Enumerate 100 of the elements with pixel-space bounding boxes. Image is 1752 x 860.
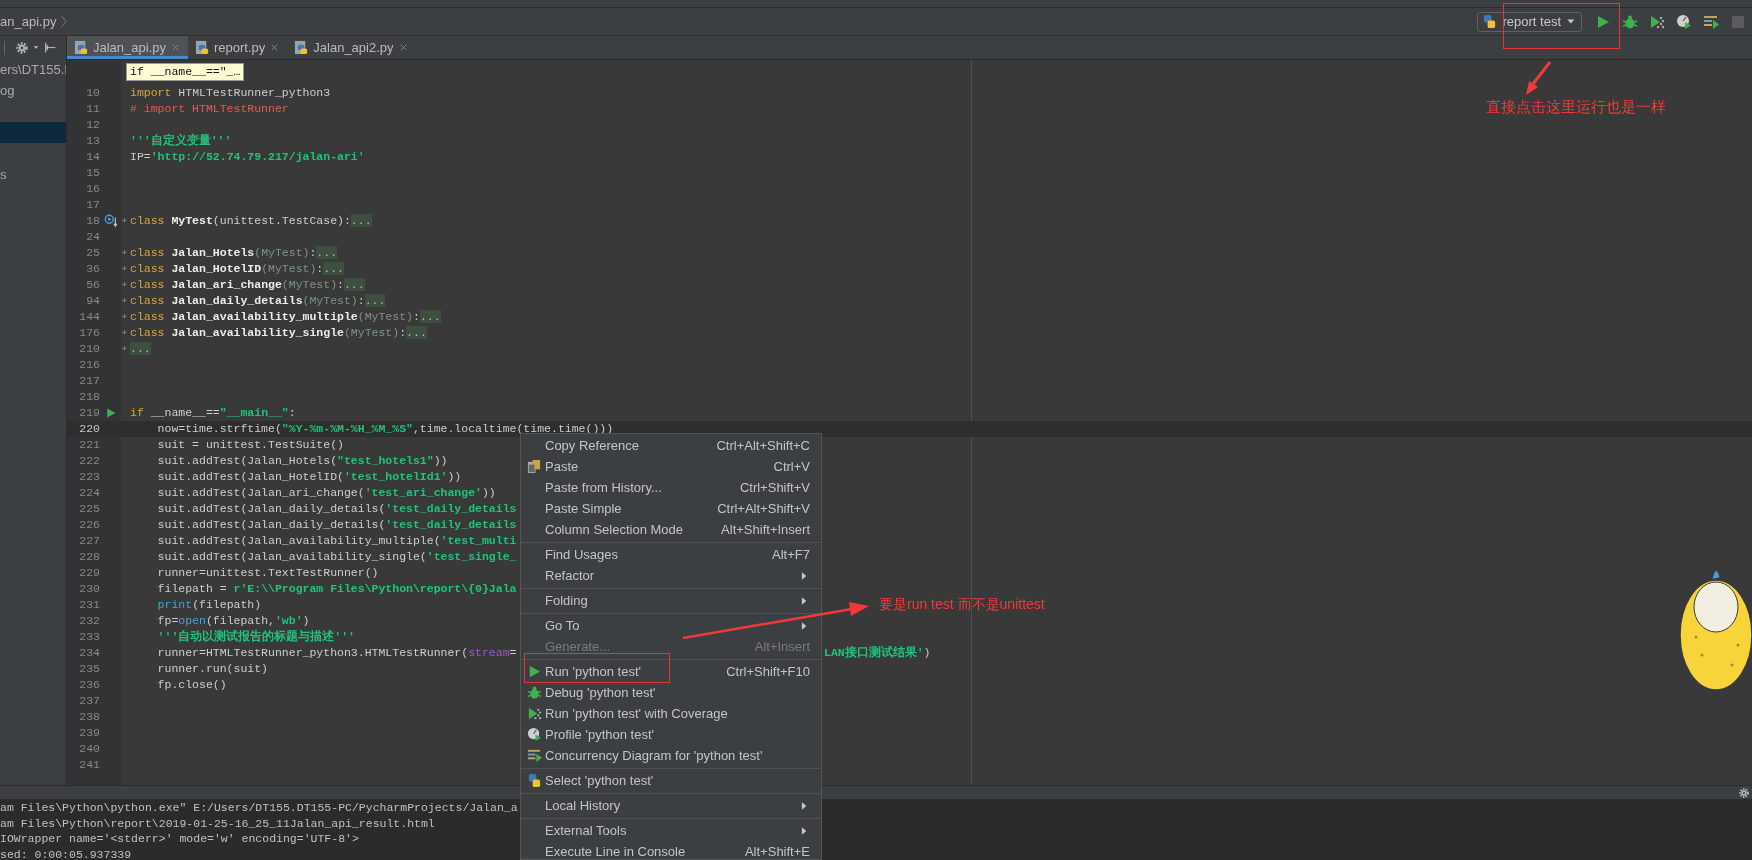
menu-item[interactable]: Select 'python test' (521, 770, 821, 791)
code-line: class Jalan_availability_single(MyTest):... (130, 326, 427, 339)
line-number: 14 (85, 149, 100, 165)
bug-icon (527, 685, 542, 700)
line-number: 229 (78, 565, 100, 581)
annotation-text: 直接点击这里运行也是一样 (1486, 98, 1666, 117)
paste-icon (527, 459, 542, 474)
line-number: 12 (85, 117, 100, 133)
bug-icon[interactable] (1622, 13, 1638, 30)
line-number: 216 (78, 357, 100, 373)
line-number: 235 (78, 661, 100, 677)
fold-icon[interactable] (121, 344, 130, 354)
run-icon[interactable] (104, 407, 117, 419)
run-icon (527, 664, 542, 679)
line-number: 56 (85, 277, 100, 293)
code-line: fp.close() (156, 678, 227, 691)
fold-icon[interactable] (121, 328, 130, 338)
line-number: 217 (78, 373, 100, 389)
menu-item[interactable]: Execute Line in Console Alt+Shift+E (521, 841, 821, 860)
line-number: 240 (78, 741, 100, 757)
menu-item[interactable]: Paste from History... Ctrl+Shift+V (521, 477, 821, 498)
line-number: 233 (78, 629, 100, 645)
editor-tab[interactable]: Jalan_api.py (67, 36, 188, 59)
coverage-icon[interactable] (1649, 13, 1665, 30)
code-line: IP='http://52.74.79.217/jalan-ari' (130, 150, 365, 163)
code-line: suit.addTest(Jalan_HotelID('test_hotelId1')) (156, 470, 462, 483)
menu-item[interactable]: Paste Ctrl+V (521, 456, 821, 477)
collapse-icon[interactable] (44, 41, 57, 54)
tooltip: if __name__=="_… (126, 63, 245, 81)
line-number: 13 (85, 133, 100, 149)
code-line: suit.addTest(Jalan_daily_details('test_daily_details (156, 502, 517, 515)
fold-icon[interactable] (121, 248, 130, 258)
line-number: 221 (78, 437, 100, 453)
line-number: 241 (78, 757, 100, 773)
tree-row[interactable]: s (0, 164, 66, 185)
line-number: 11 (85, 101, 100, 117)
menu-item[interactable]: Profile 'python test' (521, 724, 821, 745)
code-line: import HTMLTestRunner_python3 (130, 86, 331, 99)
code-line: suit.addTest(Jalan_availability_multiple('test_multi (156, 534, 517, 547)
menu-item[interactable]: Go To (521, 615, 821, 636)
code-line: filepath = r'E:\\Program Files\Python\report\{0}Jala (156, 582, 517, 595)
profile-icon[interactable] (1676, 13, 1692, 30)
run-icon[interactable] (1595, 13, 1611, 30)
menu-item[interactable]: Run 'python test' with Coverage (521, 703, 821, 724)
line-number: 224 (78, 485, 100, 501)
line-number: 228 (78, 549, 100, 565)
menu-item[interactable]: Debug 'python test' (521, 682, 821, 703)
line-number: 210 (78, 341, 100, 357)
python-file-icon (294, 40, 310, 55)
concurrency-icon[interactable] (1703, 13, 1719, 30)
line-number: 222 (78, 453, 100, 469)
settings-icon[interactable] (15, 40, 29, 55)
code-line: print(filepath) (156, 598, 262, 611)
close-icon[interactable] (170, 42, 181, 53)
menu-item[interactable]: External Tools (521, 820, 821, 841)
code-line: runner=HTMLTestRunner_python3.HTMLTestRunner(stream= (156, 646, 517, 659)
line-number: 236 (78, 677, 100, 693)
line-number: 36 (85, 261, 100, 277)
python-icon (527, 773, 542, 788)
fold-icon[interactable] (121, 216, 130, 226)
line-number: 239 (78, 725, 100, 741)
code-line: LAN接口测试结果') (824, 645, 931, 661)
code-line: suit.addTest(Jalan_Hotels("test_hotels1")) (156, 454, 448, 467)
tree-item-label: og (0, 83, 15, 98)
code-line: class Jalan_availability_multiple(MyTest):... (130, 310, 441, 323)
line-number: 18 (85, 213, 100, 229)
menu-item[interactable]: Local History (521, 795, 821, 816)
editor-tab[interactable]: Jalan_api2.py (287, 36, 416, 59)
menu-item[interactable]: Concurrency Diagram for 'python test' (521, 745, 821, 766)
menu-item[interactable]: Refactor (521, 565, 821, 586)
fold-icon[interactable] (121, 280, 130, 290)
console-line: sed: 0:00:05.937339 (0, 846, 132, 860)
python-file-icon (195, 40, 210, 55)
editor-tab[interactable]: report.py (188, 36, 288, 59)
annotation-text: 要是run test 而不是unittest (879, 596, 1045, 614)
tree-row[interactable]: og (0, 80, 66, 101)
code-line: now=time.strftime("%Y-%m-%M-%H_%M_%S",time.localtime(time.time())) (156, 422, 614, 435)
breadcrumb-item[interactable]: an_api.py (0, 14, 57, 29)
code-line: class Jalan_daily_details(MyTest):... (130, 294, 386, 307)
override-icon[interactable] (103, 214, 118, 228)
menu-item[interactable]: Folding (521, 590, 821, 611)
line-number: 10 (85, 85, 100, 101)
stop-icon[interactable] (1730, 13, 1746, 30)
menu-item[interactable]: Paste Simple Ctrl+Alt+Shift+V (521, 498, 821, 519)
line-number: 17 (85, 197, 100, 213)
console-line: IOWrapper name='<stderr>' mode='w' encoding='UTF-8'> (0, 831, 359, 847)
line-number: 176 (78, 325, 100, 341)
line-number: 237 (78, 693, 100, 709)
menu-item[interactable]: Find Usages Alt+F7 (521, 544, 821, 565)
fold-icon[interactable] (121, 264, 130, 274)
settings-icon[interactable] (1738, 786, 1750, 799)
fold-icon[interactable] (121, 296, 130, 306)
code-line: '''自动以测试报告的标题与描述''' (156, 630, 355, 643)
line-number: 24 (85, 229, 100, 245)
fold-icon[interactable] (121, 312, 130, 322)
caret-icon[interactable] (33, 44, 40, 51)
menu-item[interactable]: Column Selection Mode Alt+Shift+Insert (521, 519, 821, 540)
menu-item[interactable]: Copy Reference Ctrl+Alt+Shift+C (521, 435, 821, 456)
code-line: suit.addTest(Jalan_daily_details('test_daily_details (156, 518, 517, 531)
code-line: if __name__=="__main__": (130, 406, 296, 419)
